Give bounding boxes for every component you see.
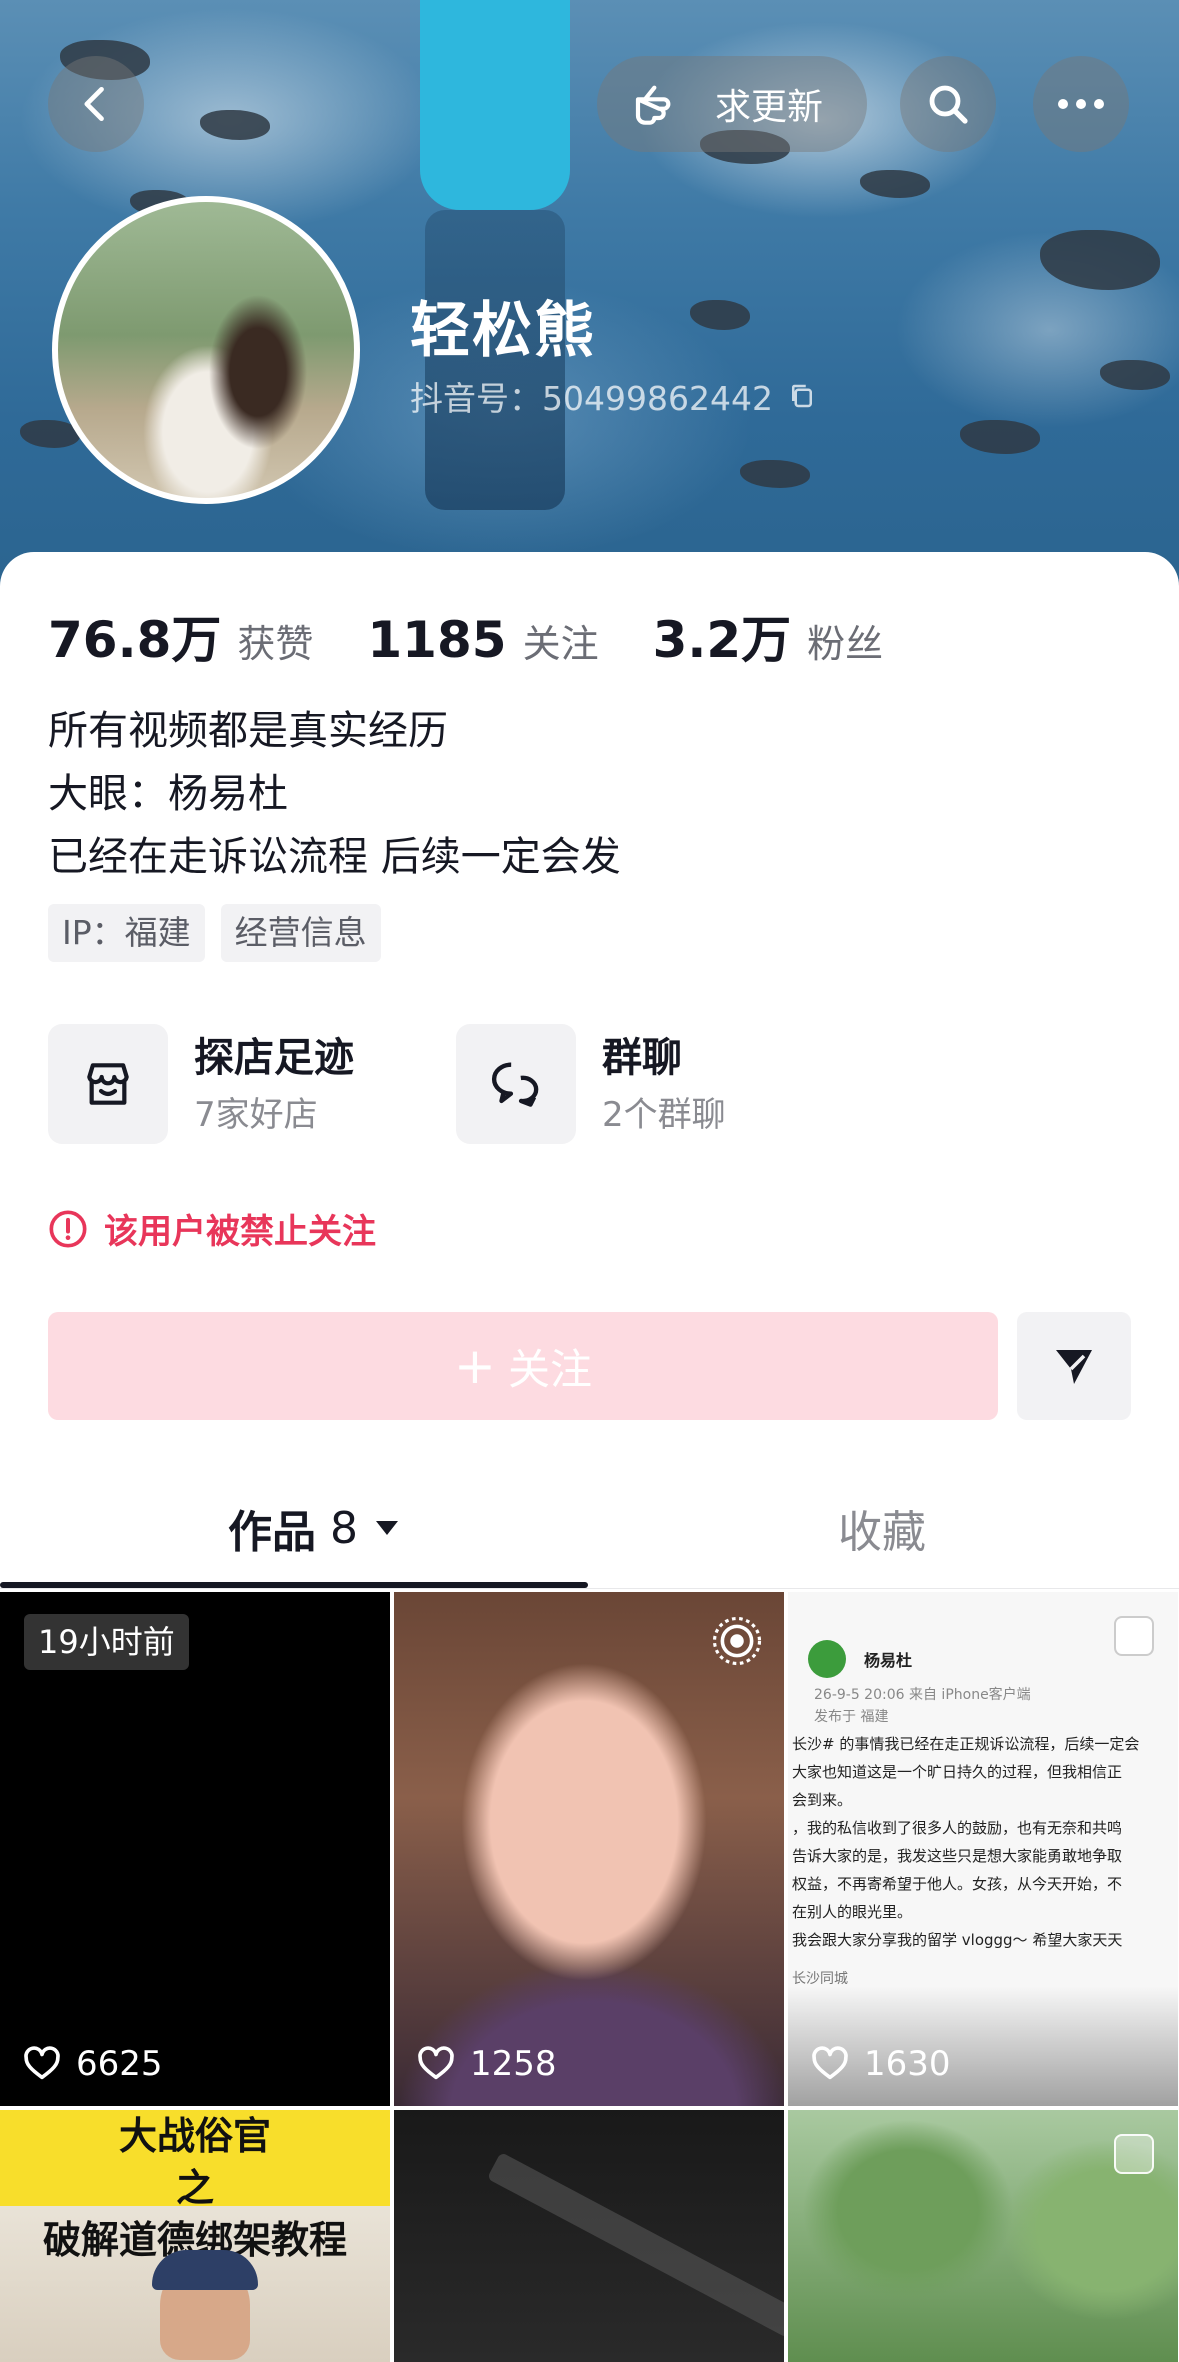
select-checkbox[interactable] <box>1114 2134 1154 2174</box>
more-dots-icon <box>1058 99 1104 109</box>
douyin-id-text: 抖音号：50499862442 <box>410 379 773 418</box>
stat-likes-label: 获赞 <box>237 622 314 666</box>
avatar[interactable] <box>52 196 360 504</box>
business-info-tag[interactable]: 经营信息 <box>220 904 381 962</box>
group-chat-title: 群聊 <box>602 1035 682 1081</box>
select-checkbox[interactable] <box>1114 1616 1154 1656</box>
tab-favorites-label: 收藏 <box>838 1507 926 1558</box>
bio-line: 所有视频都是真实经历 <box>48 708 448 754</box>
post-line: ，我的私信收到了很多人的鼓励，也有无奈和共鸣 <box>792 1819 1123 1837</box>
heart-icon <box>24 2046 60 2080</box>
profile-name: 轻松熊 <box>410 296 596 366</box>
store-visits-entry[interactable]: 探店足迹 7家好店 <box>48 1024 354 1144</box>
request-update-button[interactable]: 求更新 <box>597 56 867 152</box>
group-chat-entry[interactable]: 群聊 2个群聊 <box>456 1024 726 1144</box>
back-button[interactable] <box>48 56 144 152</box>
stat-following[interactable]: 1185 关注 <box>367 611 598 669</box>
heart-icon <box>418 2046 454 2080</box>
stat-followers-value: 3.2万 <box>652 611 792 669</box>
follow-button[interactable]: + 关注 <box>48 1312 998 1420</box>
post-line: 在别人的眼光里。 <box>792 1903 913 1921</box>
post-line: 我会跟大家分享我的留学 vloggg～ 希望大家天天 <box>792 1931 1123 1949</box>
bio-line: 已经在走诉讼流程 后续一定会发 <box>48 834 621 880</box>
thumbnail-seatbelt <box>486 2151 784 2339</box>
pointing-hand-icon <box>635 85 671 125</box>
stat-likes-value: 76.8万 <box>48 611 222 669</box>
video-thumbnail[interactable]: 1258 <box>394 1592 784 2106</box>
post-header: 杨易杜 <box>808 1640 912 1678</box>
post-line: 会到来。 <box>792 1791 853 1809</box>
video-thumbnail[interactable] <box>788 2110 1178 2362</box>
more-options-button[interactable] <box>1033 56 1129 152</box>
post-line: 告诉大家的是，我发这些只是想大家能勇敢地争取 <box>792 1847 1123 1865</box>
stat-followers-label: 粉丝 <box>807 622 884 666</box>
live-photo-icon <box>712 1616 762 1666</box>
group-chat-subtitle: 2个群聊 <box>602 1095 726 1135</box>
tab-works-label: 作品 <box>228 1507 316 1558</box>
group-chat-icon <box>456 1024 576 1144</box>
store-icon <box>48 1024 168 1144</box>
like-count-value: 6625 <box>76 2044 163 2084</box>
like-count-value: 1258 <box>470 2044 557 2084</box>
caret-down-icon[interactable] <box>374 1519 400 1537</box>
video-thumbnail[interactable]: 19小时前 6625 <box>0 1592 390 2106</box>
stat-following-label: 关注 <box>522 622 599 666</box>
post-location: 长沙同城 <box>792 1971 848 1987</box>
search-button[interactable] <box>900 56 996 152</box>
poster-line: 之 <box>175 2166 214 2210</box>
tab-favorites[interactable]: 收藏 <box>838 1496 926 1560</box>
store-visits-title: 探店足迹 <box>194 1035 354 1081</box>
profile-bio: 所有视频都是真实经历 大眼：杨易杜 已经在走诉讼流程 后续一定会发 <box>48 700 621 889</box>
post-meta: 26-9-5 20:06 来自 iPhone客户端 发布于 福建 <box>814 1684 1031 1728</box>
stat-followers[interactable]: 3.2万 粉丝 <box>653 600 884 672</box>
chevron-left-icon <box>84 86 104 122</box>
like-count: 6625 <box>22 2044 163 2084</box>
post-body: 长沙# 的事情我已经在走正规诉讼流程，后续一定会 大家也知道这是一个旷日持久的过… <box>792 1730 1178 1954</box>
plus-icon: + <box>454 1337 496 1395</box>
video-thumbnail[interactable]: 大战俗官 之 破解道德绑架教程 <box>0 2110 390 2362</box>
profile-tags: IP：福建 经营信息 <box>48 904 397 962</box>
post-line: 长沙# 的事情我已经在走正规诉讼流程，后续一定会 <box>792 1735 1140 1753</box>
like-count: 1630 <box>810 2044 951 2084</box>
posted-time-badge: 19小时前 <box>24 1614 189 1670</box>
like-count: 1258 <box>416 2044 557 2084</box>
search-icon <box>929 85 968 124</box>
heart-icon <box>812 2046 848 2080</box>
tab-divider <box>0 1588 1179 1589</box>
tab-works-count: 8 <box>330 1502 358 1554</box>
alert-circle-icon <box>49 1210 87 1247</box>
tab-works[interactable]: 作品 8 <box>228 1496 400 1560</box>
ip-location-tag: IP：福建 <box>48 904 205 962</box>
post-author: 杨易杜 <box>864 1651 913 1670</box>
bio-line: 大眼：杨易杜 <box>48 771 288 817</box>
post-author-avatar <box>808 1640 846 1678</box>
poster-cap <box>152 2250 258 2290</box>
post-line: 权益，不再寄希望于他人。女孩，从今天开始，不 <box>792 1875 1123 1893</box>
poster-line: 大战俗官 <box>118 2114 271 2158</box>
follow-button-label: 关注 <box>507 1344 592 1394</box>
stats-row: 76.8万 获赞 1185 关注 3.2万 粉丝 <box>48 600 937 672</box>
store-visits-subtitle: 7家好店 <box>194 1095 318 1135</box>
request-update-label: 求更新 <box>714 87 823 128</box>
paper-plane-icon <box>1056 1350 1092 1384</box>
post-line: 大家也知道这是一个旷日持久的过程，但我相信正 <box>792 1763 1123 1781</box>
follow-banned-notice: 该用户被禁止关注 <box>48 1204 376 1253</box>
send-message-button[interactable] <box>1017 1312 1131 1420</box>
like-count-value: 1630 <box>864 2044 951 2084</box>
follow-banned-text: 该用户被禁止关注 <box>104 1212 376 1252</box>
video-thumbnail[interactable] <box>394 2110 784 2362</box>
poster-title: 大战俗官 之 破解道德绑架教程 <box>0 2110 390 2266</box>
video-thumbnail[interactable]: 杨易杜 26-9-5 20:06 来自 iPhone客户端 发布于 福建 长沙#… <box>788 1592 1178 2106</box>
douyin-id-row[interactable]: 抖音号：50499862442 <box>410 372 817 420</box>
post-meta-line: 发布于 福建 <box>814 1709 889 1725</box>
stat-following-value: 1185 <box>367 611 507 669</box>
copy-icon[interactable] <box>787 381 817 411</box>
stat-likes[interactable]: 76.8万 获赞 <box>48 600 313 672</box>
post-meta-line: 26-9-5 20:06 来自 iPhone客户端 <box>814 1687 1031 1703</box>
